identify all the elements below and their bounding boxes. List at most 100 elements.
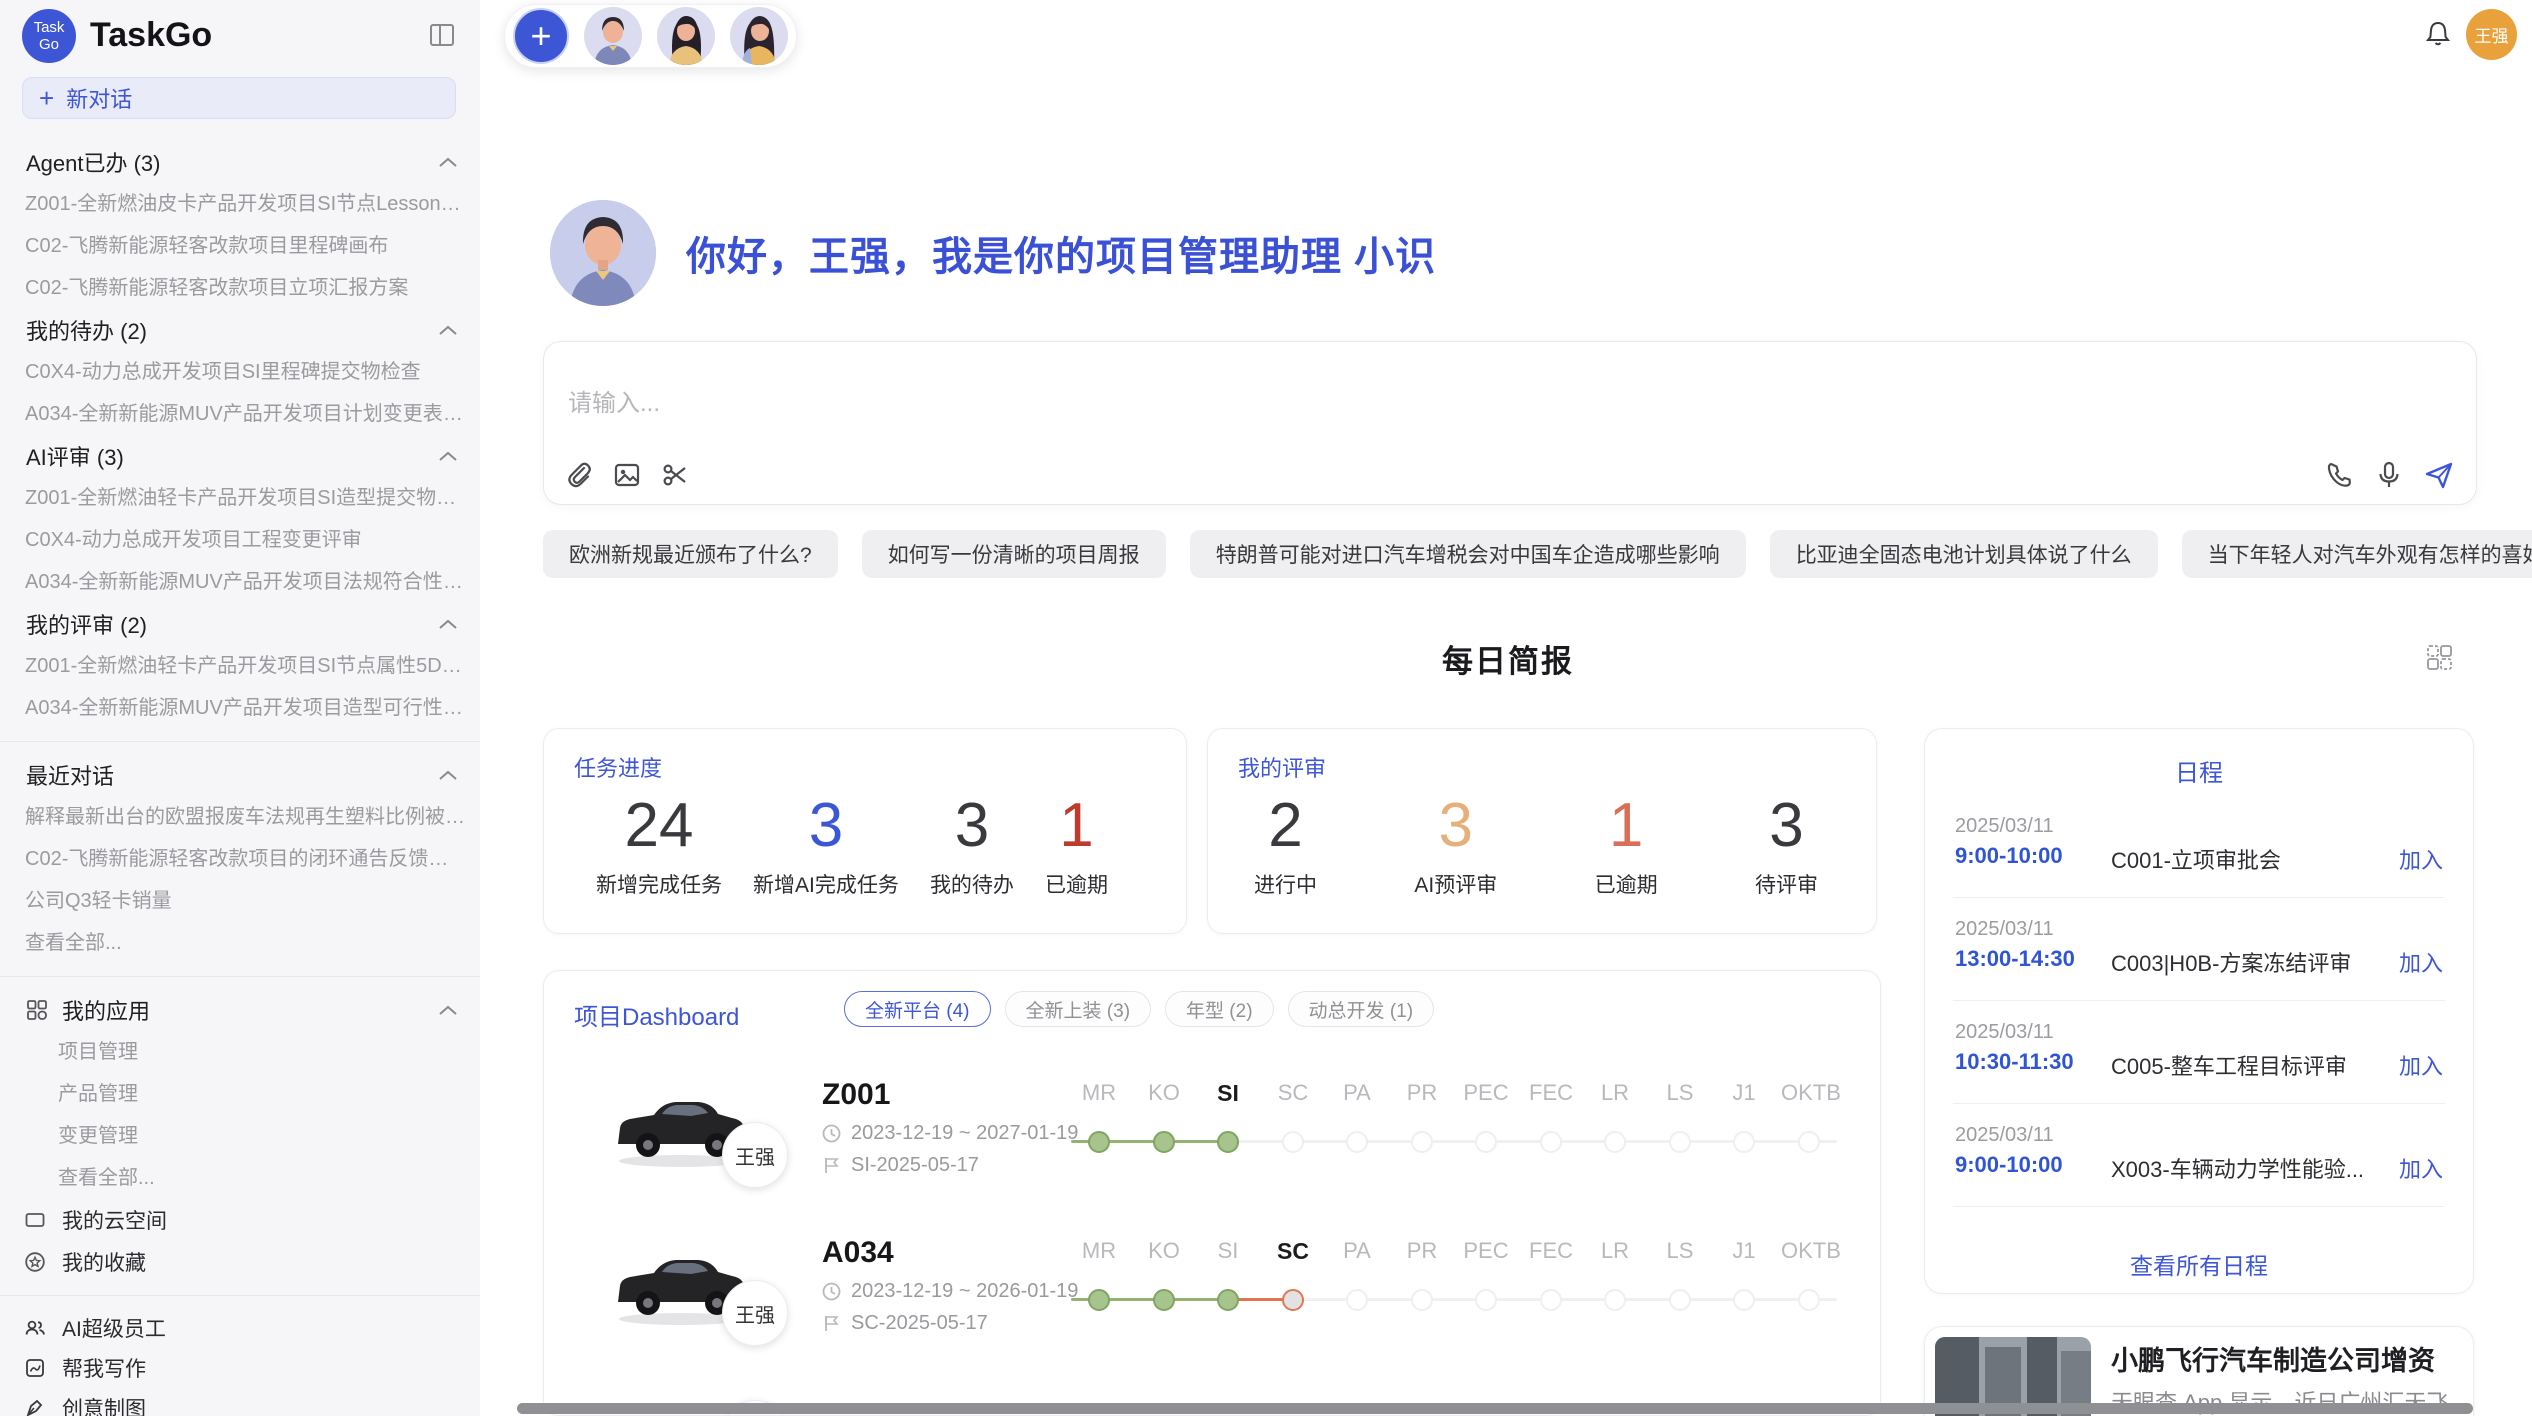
suggestion-chips: 欧洲新规最近颁布了什么? 如何写一份清晰的项目周报 特朗普可能对进口汽车增税会对… <box>543 530 2477 578</box>
add-agent-button[interactable]: + <box>513 8 569 64</box>
join-meeting-link[interactable]: 加入 <box>2399 946 2443 978</box>
user-avatar[interactable]: 王强 <box>2466 9 2517 60</box>
sidebar-item-cloud-space[interactable]: 我的云空间 <box>0 1199 480 1241</box>
dashboard-tabs: 全新平台 (4) 全新上装 (3) 年型 (2) 动总开发 (1) <box>844 991 1434 1027</box>
sidebar-item[interactable]: C02-飞腾新能源轻客改款项目立项汇报方案 <box>0 267 480 309</box>
stat-value: 1 <box>1595 791 1658 861</box>
milestone-dot <box>1733 1289 1755 1311</box>
tab-powertrain-dev[interactable]: 动总开发 (1) <box>1288 991 1435 1027</box>
pen-nib-icon <box>24 1397 46 1416</box>
view-all-schedule-link[interactable]: 查看所有日程 <box>1925 1247 2473 1281</box>
layout-grid-icon[interactable] <box>2426 644 2453 671</box>
sidebar-item[interactable]: Z001-全新燃油皮卡产品开发项目SI节点Lesson Learn报告 <box>0 183 480 225</box>
join-meeting-link[interactable]: 加入 <box>2399 843 2443 875</box>
section-label: 最近对话 <box>26 759 114 791</box>
clock-icon <box>822 1282 841 1301</box>
stat-label: 已逾期 <box>1045 869 1108 899</box>
sidebar-app-view-all[interactable]: 查看全部... <box>0 1157 480 1199</box>
milestone-label: PEC <box>1458 1238 1514 1264</box>
event-date: 2025/03/11 <box>1955 815 2054 838</box>
stat-label: 待评审 <box>1755 869 1818 899</box>
sidebar-item[interactable]: A034-全新新能源MUV产品开发项目计划变更表编写 <box>0 393 480 435</box>
stat-label: 新增AI完成任务 <box>753 869 899 899</box>
section-header-agent-done[interactable]: Agent已办 (3) <box>0 141 480 183</box>
milestone-dot <box>1798 1289 1820 1311</box>
join-meeting-link[interactable]: 加入 <box>2399 1049 2443 1081</box>
sidebar-item[interactable]: 解释最新出台的欧盟报废车法规再生塑料比例被调到15%... <box>0 796 480 838</box>
milestone-label-current: SI <box>1200 1080 1256 1107</box>
clock-icon <box>822 1124 841 1143</box>
sidebar-collapse-icon[interactable] <box>428 21 456 49</box>
greeting-text: 你好，王强，我是你的项目管理助理 小识 <box>686 224 1436 282</box>
section-header-my-todo[interactable]: 我的待办 (2) <box>0 309 480 351</box>
sidebar-app-project-mgmt[interactable]: 项目管理 <box>0 1031 480 1073</box>
project-name: Z001 <box>822 1078 890 1112</box>
sidebar-item[interactable]: C02-飞腾新能源轻客改款项目里程碑画布 <box>0 225 480 267</box>
sidebar-item[interactable]: C02-飞腾新能源轻客改款项目的闭环通告反馈情况 <box>0 838 480 880</box>
agent-avatar-3[interactable] <box>730 7 788 65</box>
chat-input[interactable] <box>568 390 1568 418</box>
sidebar-item[interactable]: C0X4-动力总成开发项目SI里程碑提交物检查 <box>0 351 480 393</box>
suggestion-chip[interactable]: 欧洲新规最近颁布了什么? <box>543 530 838 578</box>
new-chat-button[interactable]: + 新对话 <box>22 77 456 119</box>
milestone-label: LS <box>1652 1080 1708 1106</box>
sidebar-app-change-mgmt[interactable]: 变更管理 <box>0 1115 480 1157</box>
suggestion-chip[interactable]: 特朗普可能对进口汽车增税会对中国车企造成哪些影响 <box>1190 530 1746 578</box>
phone-icon[interactable] <box>2324 460 2354 490</box>
people-icon <box>24 1317 46 1339</box>
tab-all-new-body[interactable]: 全新上装 (3) <box>1005 991 1152 1027</box>
project-row[interactable]: 王强 Z001 2023-12-19 ~ 2027-01-19 SI-2025-… <box>544 1076 1880 1234</box>
suggestion-chip[interactable]: 比亚迪全固态电池计划具体说了什么 <box>1770 530 2158 578</box>
sidebar-item-favorites[interactable]: 我的收藏 <box>0 1241 480 1283</box>
milestone-label: SC <box>1265 1080 1321 1106</box>
paperclip-icon[interactable] <box>564 460 594 490</box>
schedule-card: 日程 2025/03/11 9:00-10:00 C001-立项审批会 加入 2… <box>1924 728 2474 1294</box>
section-label: Agent已办 (3) <box>26 146 161 178</box>
sidebar-item[interactable]: Z001-全新燃油轻卡产品开发项目SI节点属性5D文件评审 <box>0 645 480 687</box>
milestone-dot <box>1733 1131 1755 1153</box>
stat-in-progress: 2进行中 <box>1254 791 1317 899</box>
agent-avatar-1[interactable] <box>584 7 642 65</box>
milestone-label: OKTB <box>1781 1238 1837 1264</box>
section-header-my-apps[interactable]: 我的应用 <box>0 989 480 1031</box>
sidebar-item[interactable]: A034-全新新能源MUV产品开发项目法规符合性评审 <box>0 561 480 603</box>
divider <box>1953 1206 2445 1207</box>
stats-row: 24新增完成任务 3新增AI完成任务 3我的待办 1已逾期 <box>544 791 1186 899</box>
project-dashboard-card: 项目Dashboard 全新平台 (4) 全新上装 (3) 年型 (2) 动总开… <box>543 970 1881 1416</box>
join-meeting-link[interactable]: 加入 <box>2399 1152 2443 1184</box>
scissors-icon[interactable] <box>660 460 690 490</box>
event-name: C005-整车工程目标评审 <box>2111 1049 2347 1081</box>
agent-avatar-2[interactable] <box>657 7 715 65</box>
tab-all-new-platform[interactable]: 全新平台 (4) <box>844 991 991 1027</box>
section-header-my-review[interactable]: 我的评审 (2) <box>0 603 480 645</box>
project-row[interactable]: 王强 A034 2023-12-19 ~ 2026-01-19 SC-2025-… <box>544 1234 1880 1392</box>
divider <box>0 976 480 977</box>
notification-bell-icon[interactable] <box>2424 20 2452 48</box>
sidebar-app-product-mgmt[interactable]: 产品管理 <box>0 1073 480 1115</box>
milestone-dot <box>1669 1289 1691 1311</box>
sidebar-item[interactable]: Z001-全新燃油轻卡产品开发项目SI造型提交物评审 <box>0 477 480 519</box>
sidebar-item-view-all[interactable]: 查看全部... <box>0 922 480 964</box>
send-icon[interactable] <box>2424 460 2454 490</box>
sidebar-item-help-write[interactable]: 帮我写作 <box>0 1348 480 1388</box>
milestone-dot-overdue <box>1282 1289 1304 1311</box>
milestone-label: LS <box>1652 1238 1708 1264</box>
sidebar-item[interactable]: 公司Q3轻卡销量 <box>0 880 480 922</box>
milestone-label: KO <box>1136 1080 1192 1106</box>
flag-icon <box>822 1314 841 1333</box>
horizontal-scrollbar[interactable] <box>517 1403 2473 1414</box>
section-header-recent-chats[interactable]: 最近对话 <box>0 754 480 796</box>
sidebar-item[interactable]: A034-全新新能源MUV产品开发项目造型可行性评审 <box>0 687 480 729</box>
suggestion-chip[interactable]: 如何写一份清晰的项目周报 <box>862 530 1166 578</box>
section-header-ai-review[interactable]: AI评审 (3) <box>0 435 480 477</box>
greeting-block: 你好，王强，我是你的项目管理助理 小识 <box>550 200 1436 306</box>
stats-row: 2进行中 3AI预评审 1已逾期 3待评审 <box>1208 791 1876 899</box>
sidebar-item-creative-draw[interactable]: 创意制图 <box>0 1388 480 1416</box>
tab-year-model[interactable]: 年型 (2) <box>1165 991 1274 1027</box>
suggestion-chip[interactable]: 当下年轻人对汽车外观有怎样的喜好趋势 <box>2182 530 2532 578</box>
sidebar-item[interactable]: C0X4-动力总成开发项目工程变更评审 <box>0 519 480 561</box>
milestone-label: MR <box>1071 1238 1127 1264</box>
sidebar-item-ai-employee[interactable]: AI超级员工 <box>0 1308 480 1348</box>
microphone-icon[interactable] <box>2374 460 2404 490</box>
image-icon[interactable] <box>612 460 642 490</box>
